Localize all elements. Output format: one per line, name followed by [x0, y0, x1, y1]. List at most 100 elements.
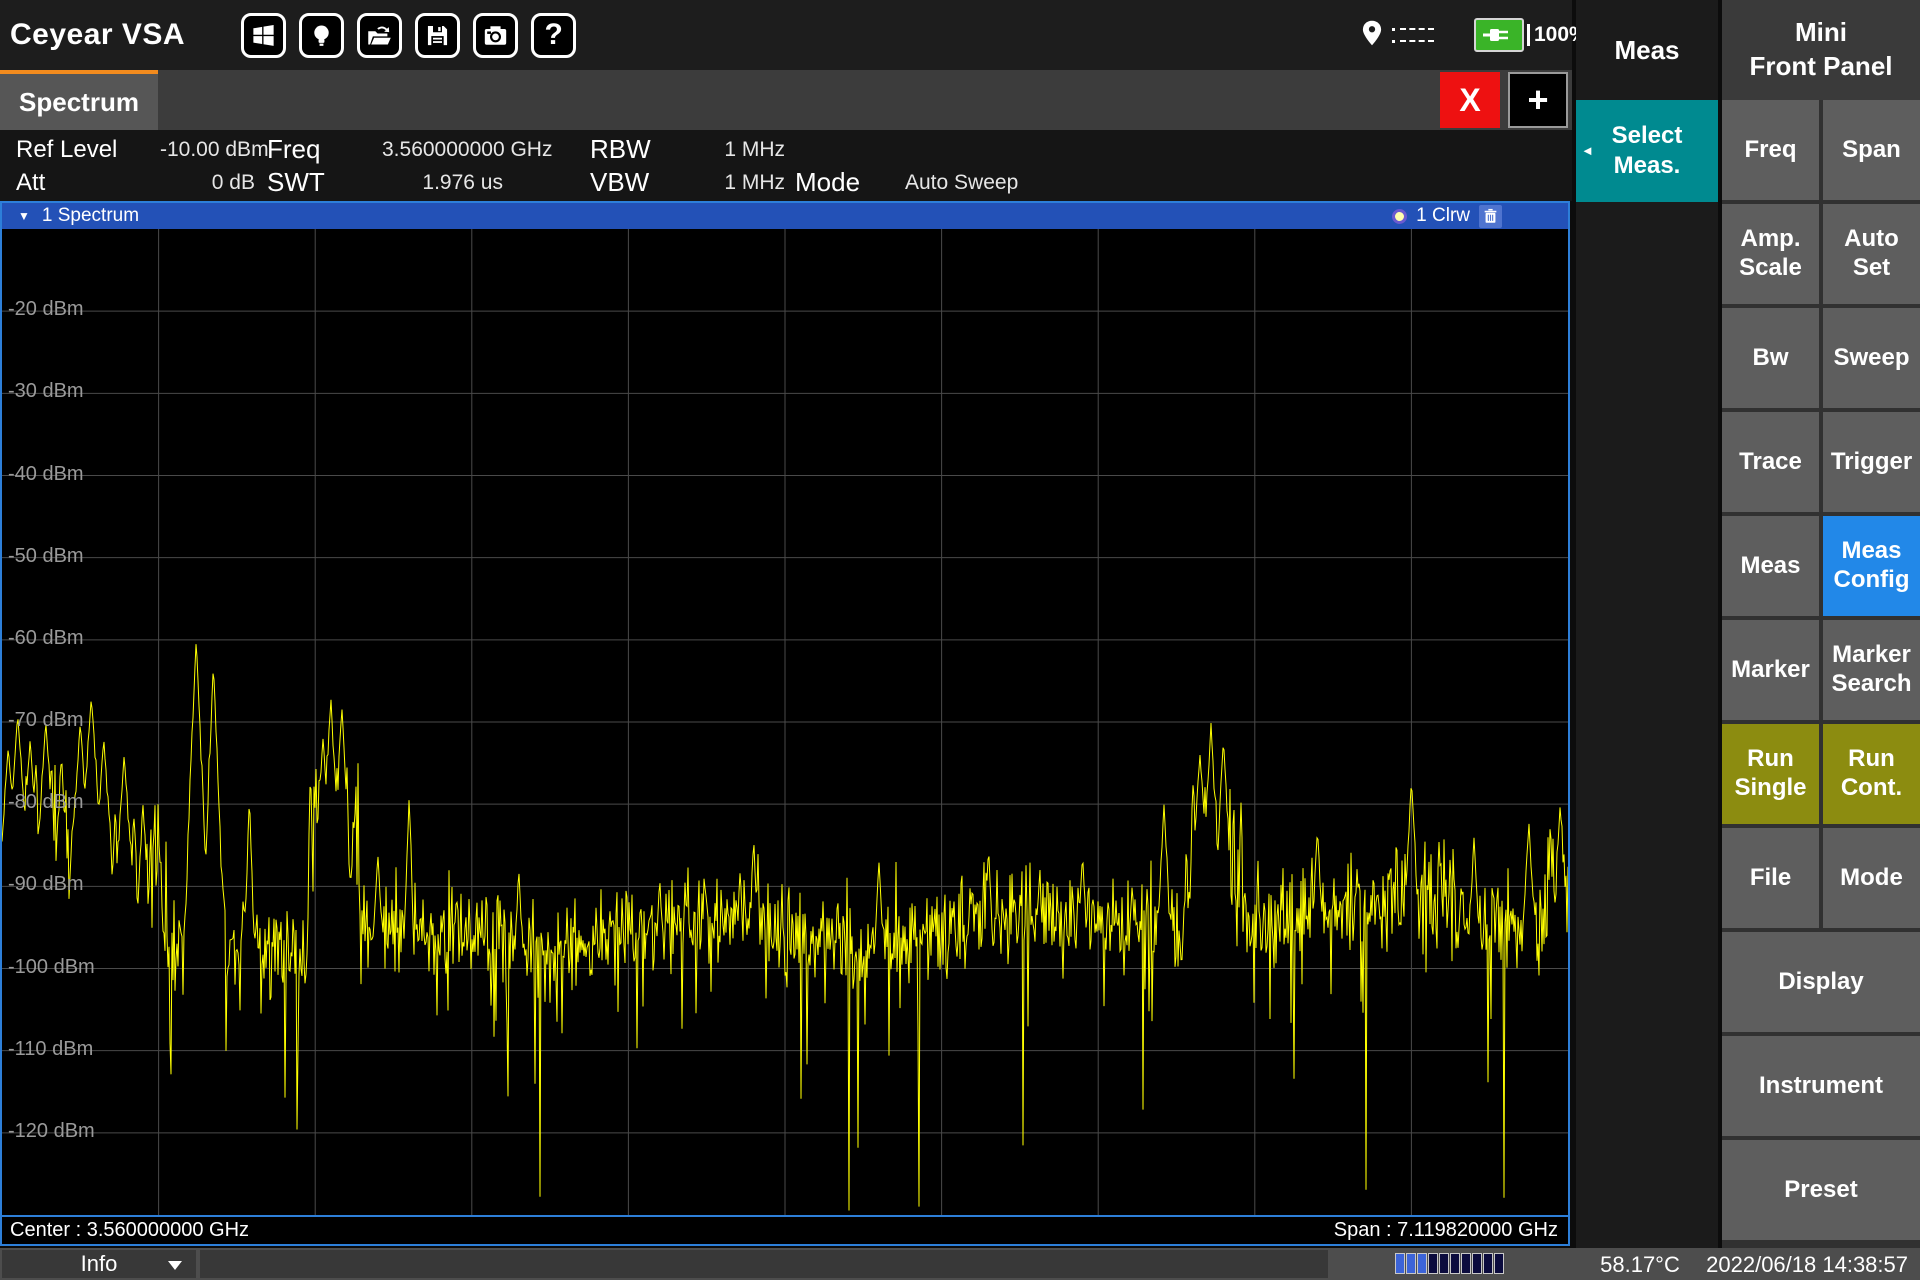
panel-button-bw[interactable]: Bw [1722, 308, 1819, 408]
panel-button-span[interactable]: Span [1823, 100, 1920, 200]
left-arrow-icon: ◄ [1581, 143, 1594, 159]
y-axis-label: -80 dBm [8, 791, 84, 814]
trace-mode-label[interactable]: 1 Clrw [1416, 205, 1470, 227]
y-axis-label: -20 dBm [8, 298, 84, 321]
panel-button-display[interactable]: Display [1722, 932, 1920, 1032]
panel-button-file[interactable]: File [1722, 828, 1819, 928]
panel-button-sweep[interactable]: Sweep [1823, 308, 1920, 408]
att-label[interactable]: Att [0, 169, 160, 197]
rbw-label[interactable]: RBW [590, 134, 695, 165]
open-folder-icon[interactable] [357, 13, 402, 58]
progress-segment [1461, 1253, 1471, 1274]
top-bar: Ceyear VSA ? 100% [0, 0, 1572, 70]
battery-tip [1527, 24, 1530, 46]
spectrum-window: ▼ 1 Spectrum 1 Clrw -20 dBm -30 dBm -40 dB… [0, 201, 1570, 1246]
measure-menu-column: Meas ◄ Select Meas. [1576, 0, 1718, 1248]
panel-button-trigger[interactable]: Trigger [1823, 412, 1920, 512]
freq-value[interactable]: 3.560000000 GHz [382, 138, 503, 162]
y-axis-label: -30 dBm [8, 380, 84, 403]
progress-segment [1472, 1253, 1482, 1274]
panel-button-meas[interactable]: Meas [1722, 516, 1819, 616]
tab-bar: Spectrum X + [0, 70, 1572, 130]
mini-front-panel: Mini Front Panel FreqSpanAmp. ScaleAuto … [1722, 0, 1920, 1248]
windows-icon[interactable] [241, 13, 286, 58]
top-right-indicators: 100% [1358, 0, 1588, 70]
y-axis-label: -50 dBm [8, 545, 84, 568]
toolbar: ? [241, 13, 576, 58]
rbw-value[interactable]: 1 MHz [695, 138, 785, 162]
datetime-readout: 2022/06/18 14:38:57 [1706, 1252, 1908, 1278]
progress-segment [1417, 1253, 1427, 1274]
mode-value[interactable]: Auto Sweep [905, 171, 1002, 195]
delete-trace-button[interactable] [1479, 205, 1502, 228]
swt-label[interactable]: SWT [267, 167, 382, 198]
progress-segment [1450, 1253, 1460, 1274]
bulb-icon[interactable] [299, 13, 344, 58]
progress-segment [1494, 1253, 1504, 1274]
panel-button-trace[interactable]: Trace [1722, 412, 1819, 512]
ref-level-label[interactable]: Ref Level [0, 136, 160, 164]
progress-segment [1395, 1253, 1405, 1274]
tab-spectrum[interactable]: Spectrum [0, 70, 158, 130]
frequency-strip: Center : 3.560000000 GHz Span : 7.119820… [2, 1215, 1568, 1244]
help-icon[interactable]: ? [531, 13, 576, 58]
y-axis-label: -90 dBm [8, 873, 84, 896]
panel-button-freq[interactable]: Freq [1722, 100, 1819, 200]
info-dropdown[interactable]: Info [2, 1250, 196, 1278]
gps-coordinates-placeholder [1392, 28, 1434, 43]
y-axis-label: -70 dBm [8, 709, 84, 732]
y-axis-label: -110 dBm [8, 1038, 93, 1061]
collapse-triangle-icon[interactable]: ▼ [18, 209, 30, 223]
ref-level-value[interactable]: -10.00 dBm [160, 138, 255, 162]
vbw-label[interactable]: VBW [590, 167, 695, 198]
att-value[interactable]: 0 dB [160, 171, 255, 195]
center-frequency-label[interactable]: Center : 3.560000000 GHz [10, 1219, 249, 1242]
panel-button-run-single[interactable]: Run Single [1722, 724, 1819, 824]
status-bar: Info 58.17°C 2022/06/18 14:38:57 [0, 1248, 1920, 1280]
panel-button-marker[interactable]: Marker [1722, 620, 1819, 720]
sweep-progress-bar [1395, 1253, 1505, 1274]
spectrum-window-title: 1 Spectrum [42, 205, 139, 227]
power-adapter-icon [1474, 18, 1524, 52]
add-tab-button[interactable]: + [1508, 72, 1568, 128]
panel-button-mode[interactable]: Mode [1823, 828, 1920, 928]
y-axis-label: -60 dBm [8, 627, 84, 650]
progress-segment [1483, 1253, 1493, 1274]
trace-color-indicator[interactable] [1392, 209, 1407, 224]
chevron-down-icon [168, 1261, 182, 1270]
vbw-value[interactable]: 1 MHz [695, 171, 785, 195]
panel-button-grid: FreqSpanAmp. ScaleAuto SetBwSweepTraceTr… [1722, 100, 1920, 1240]
progress-segment [1439, 1253, 1449, 1274]
spectrum-plot-area: -20 dBm -30 dBm -40 dBm -50 dBm -60 dBm -70 d… [2, 229, 1568, 1215]
y-axis-label: -40 dBm [8, 463, 84, 486]
panel-button-auto-set[interactable]: Auto Set [1823, 204, 1920, 304]
span-frequency-label[interactable]: Span : 7.119820000 GHz [1334, 1219, 1558, 1242]
y-axis-label: -100 dBm [8, 956, 95, 979]
mini-front-panel-title: Mini Front Panel [1722, 0, 1920, 100]
panel-button-marker-search[interactable]: Marker Search [1823, 620, 1920, 720]
location-pin-icon [1358, 17, 1386, 54]
close-tab-button[interactable]: X [1440, 72, 1500, 128]
settings-readout: Ref Level -10.00 dBm Freq 3.560000000 GH… [0, 130, 1572, 201]
info-label: Info [81, 1251, 118, 1277]
y-axis-label: -120 dBm [8, 1120, 95, 1143]
menu-title: Meas [1576, 0, 1718, 100]
panel-button-instrument[interactable]: Instrument [1722, 1036, 1920, 1136]
select-meas-button[interactable]: ◄ Select Meas. [1576, 100, 1718, 202]
spectrum-grid-and-trace [2, 229, 1568, 1215]
progress-segment [1406, 1253, 1416, 1274]
screenshot-icon[interactable] [473, 13, 518, 58]
app-title: Ceyear VSA [10, 18, 185, 52]
panel-button-meas-config[interactable]: Meas Config [1823, 516, 1920, 616]
freq-label[interactable]: Freq [267, 134, 382, 165]
save-icon[interactable] [415, 13, 460, 58]
status-message-box [200, 1250, 1328, 1278]
swt-value[interactable]: 1.976 us [382, 171, 503, 195]
panel-button-preset[interactable]: Preset [1722, 1140, 1920, 1240]
panel-button-run-cont[interactable]: Run Cont. [1823, 724, 1920, 824]
panel-button-amp-scale[interactable]: Amp. Scale [1722, 204, 1819, 304]
spectrum-window-titlebar[interactable]: ▼ 1 Spectrum 1 Clrw [2, 203, 1568, 229]
progress-segment [1428, 1253, 1438, 1274]
mode-label[interactable]: Mode [795, 167, 905, 198]
select-meas-label: Select Meas. [1612, 121, 1683, 181]
